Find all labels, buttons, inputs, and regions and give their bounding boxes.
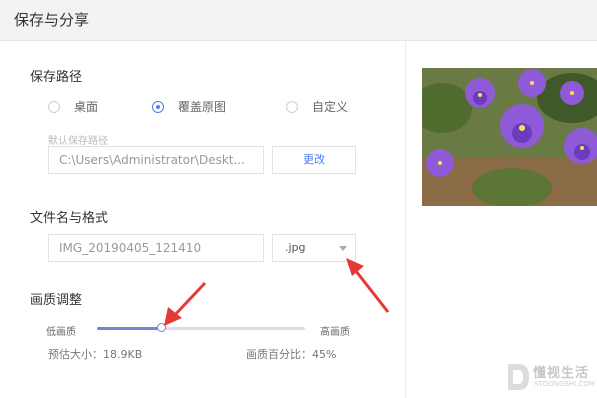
watermark-brand: 懂视生活 bbox=[533, 366, 590, 381]
watermark-sub: STOONGSHI.COM bbox=[534, 380, 595, 388]
logo-mark-icon bbox=[508, 364, 529, 390]
pansy-flowers-image bbox=[422, 68, 597, 206]
watermark-logo: 懂视生活 STOONGSHI.COM bbox=[505, 358, 597, 398]
arrow-to-format bbox=[346, 258, 390, 313]
preview-image bbox=[422, 68, 597, 206]
arrow-to-slider bbox=[164, 281, 207, 326]
